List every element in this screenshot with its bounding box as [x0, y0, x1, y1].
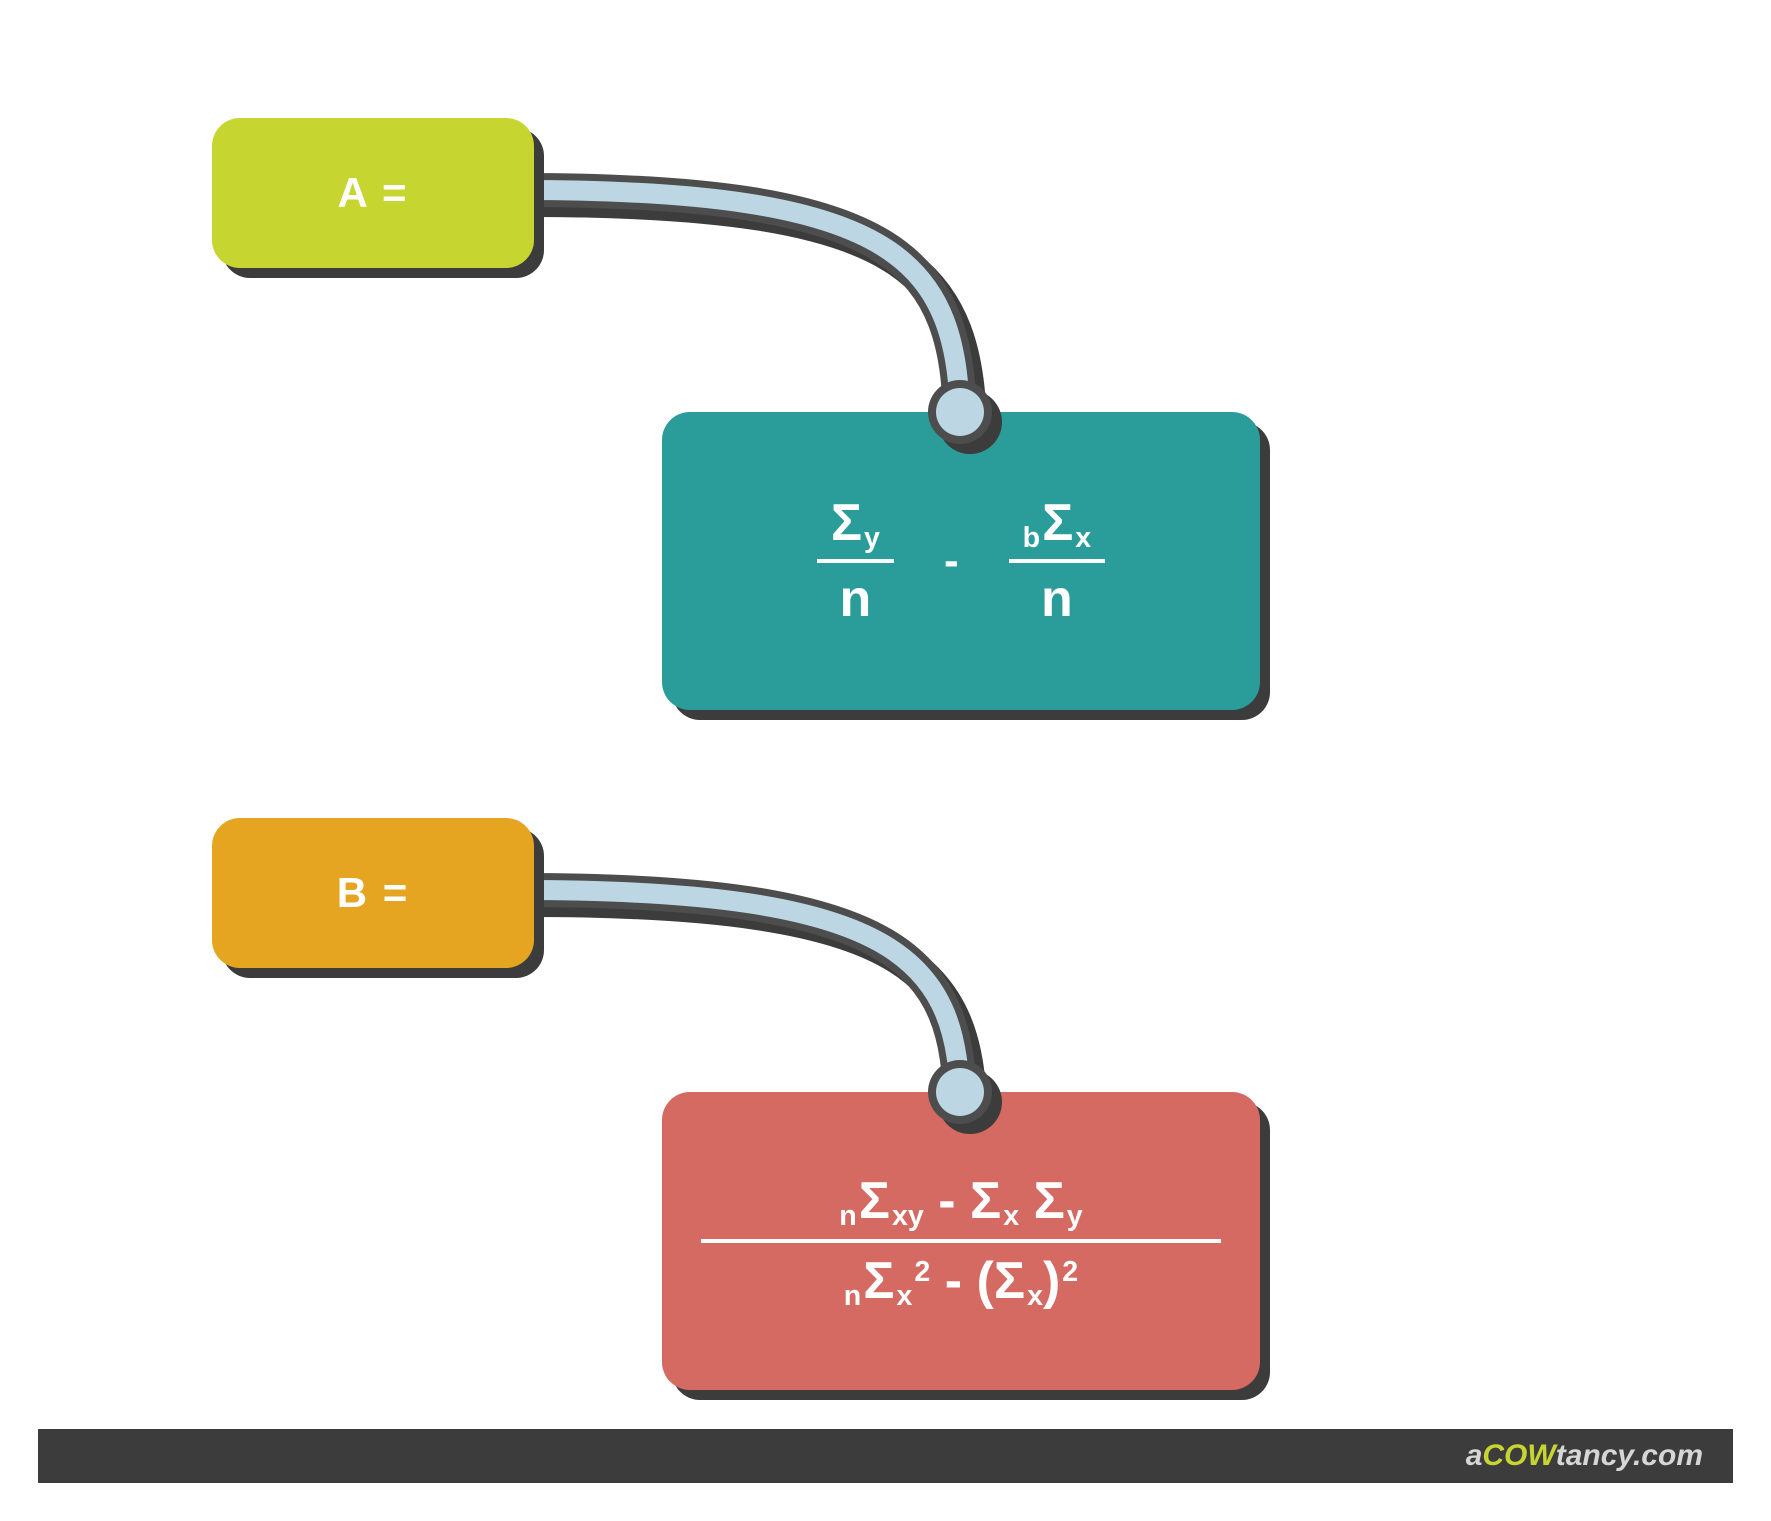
- formula-superscript: 2: [1060, 1256, 1078, 1288]
- formula-prescript: n: [839, 1200, 858, 1232]
- formula-subscript: xy: [890, 1200, 924, 1232]
- formula-denominator: n: [825, 563, 885, 635]
- formula-subscript: y: [862, 522, 880, 554]
- formula-a-content: Σy n - bΣx n: [817, 487, 1105, 635]
- formula-a-frac1: Σy n: [817, 487, 894, 635]
- sigma-icon: Σ: [970, 1172, 1001, 1230]
- formula-subscript: y: [1065, 1200, 1083, 1232]
- formula-b-numerator: nΣxy - Σx Σy: [819, 1163, 1102, 1239]
- box-a-label: A =: [212, 118, 534, 268]
- paren-icon: ): [1043, 1252, 1060, 1310]
- formula-denominator: n: [1027, 563, 1087, 635]
- box-a-formula: Σy n - bΣx n: [662, 412, 1260, 710]
- sigma-icon: Σ: [831, 494, 862, 552]
- formula-subscript: x: [894, 1280, 912, 1312]
- formula-subscript: x: [1001, 1200, 1019, 1232]
- box-b-formula: nΣxy - Σx Σy nΣx2 - (Σx)2: [662, 1092, 1260, 1390]
- footer-part3: tancy.com: [1556, 1439, 1703, 1473]
- sigma-icon: Σ: [859, 1172, 890, 1230]
- minus-icon: -: [924, 1172, 970, 1230]
- formula-superscript: 2: [912, 1256, 930, 1288]
- formula-prescript: b: [1023, 522, 1042, 554]
- formula-b-content: nΣxy - Σx Σy nΣx2 - (Σx)2: [701, 1163, 1221, 1319]
- box-a-label-text: A =: [338, 169, 409, 217]
- formula-b-denominator: nΣx2 - (Σx)2: [824, 1243, 1098, 1319]
- paren-icon: (: [977, 1252, 994, 1310]
- formula-a-frac2: bΣx n: [1009, 487, 1106, 635]
- sigma-icon: Σ: [994, 1252, 1025, 1310]
- minus-icon: -: [944, 536, 959, 586]
- sigma-icon: Σ: [1042, 494, 1073, 552]
- box-b-label: B =: [212, 818, 534, 968]
- footer-part2: COW: [1482, 1439, 1555, 1473]
- minus-icon: -: [930, 1252, 976, 1310]
- sigma-icon: Σ: [863, 1252, 894, 1310]
- formula-prescript: n: [844, 1280, 863, 1312]
- formula-subscript: x: [1073, 522, 1091, 554]
- footer-bar: aCOWtancy.com: [38, 1429, 1733, 1483]
- formula-subscript: x: [1025, 1280, 1043, 1312]
- space: [1019, 1172, 1033, 1230]
- box-b-label-text: B =: [337, 869, 410, 917]
- footer-part1: a: [1466, 1439, 1483, 1473]
- diagram-canvas: A = Σy n - bΣx n: [0, 0, 1771, 1521]
- sigma-icon: Σ: [1034, 1172, 1065, 1230]
